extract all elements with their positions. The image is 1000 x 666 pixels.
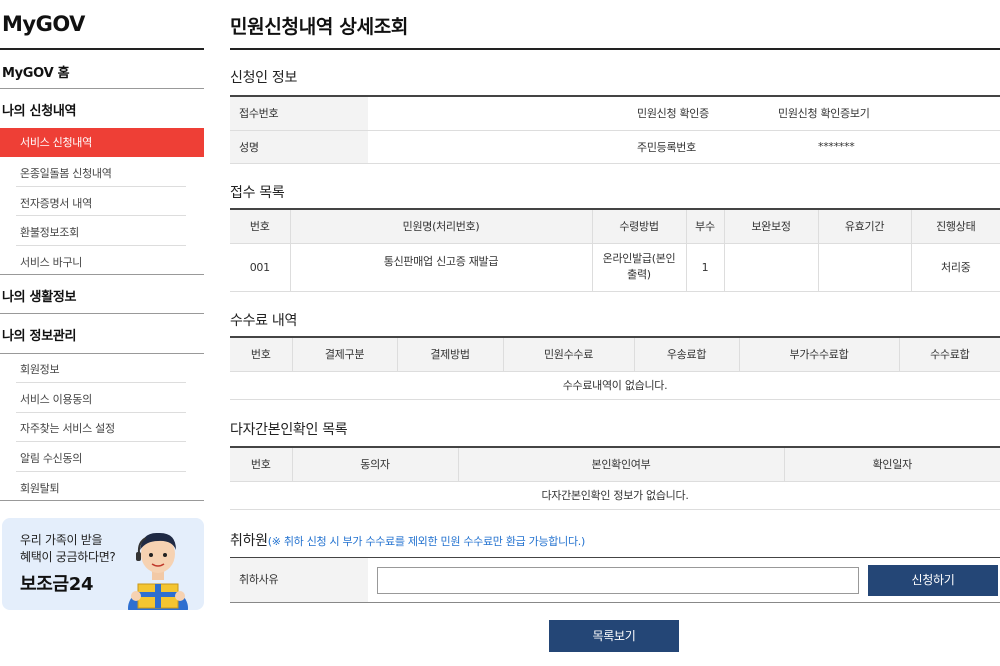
divider <box>0 274 204 275</box>
table-cell[interactable]: 통신판매업 신고증 재발급 <box>289 243 592 292</box>
fees-table: 번호 결제구분 결제방법 민원수수료 우송료합 부가수수료합 수수료합 수수료내… <box>230 336 1000 400</box>
divider <box>16 215 186 216</box>
main-content: 민원신청내역 상세조회 신청인 정보 접수번호 민원신청 확인증 민원신청 확인… <box>230 0 1000 666</box>
section-title-applicant: 신청인 정보 <box>230 70 298 86</box>
col-header: 확인일자 <box>783 447 1000 482</box>
table-cell: 001 <box>230 243 290 292</box>
sidebar: MyGOV MyGOV 홈 나의 신청내역 서비스 신청내역 온종일돌봄 신청내… <box>0 0 204 666</box>
divider <box>0 313 204 314</box>
sidebar-item-member-info[interactable]: 회원정보 <box>20 361 60 377</box>
col-header: 민원명(처리번호) <box>289 209 592 244</box>
section-title-cancel: 취하원(※ 취하 신청 시 부가 수수료를 제외한 민원 수수료만 환급 가능합… <box>230 530 585 550</box>
applicant-info-table: 접수번호 민원신청 확인증 민원신청 확인증보기 성명 주민등록번호 *****… <box>230 95 1000 164</box>
col-header: 수수료합 <box>898 337 1000 372</box>
receipt-no-label: 접수번호 <box>230 96 368 131</box>
col-header: 민원수수료 <box>502 337 634 372</box>
certificate-label: 민원신청 확인증 <box>628 96 768 131</box>
col-header: 수령방법 <box>591 209 686 244</box>
table-row: 001 통신판매업 신고증 재발급 온라인발급(본인출력) 1 처리중 <box>230 243 1000 292</box>
rrn-label: 주민등록번호 <box>628 130 768 164</box>
sidebar-item-service-consent[interactable]: 서비스 이용동의 <box>20 391 92 407</box>
multi-verify-table: 번호 동의자 본인확인여부 확인일자 다자간본인확인 정보가 없습니다. <box>230 446 1000 510</box>
sidebar-section-applications[interactable]: 나의 신청내역 <box>2 100 76 119</box>
receipts-table: 번호 민원명(처리번호) 수령방법 부수 보완보정 유효기간 진행상태 001 … <box>230 208 1000 292</box>
section-title-multi-verify: 다자간본인확인 목록 <box>230 422 348 438</box>
banner-text: 우리 가족이 받을 혜택이 궁금하다면? <box>20 532 116 566</box>
cancel-reason-label: 취하사유 <box>230 558 368 602</box>
apply-cancel-button[interactable]: 신청하기 <box>868 565 998 596</box>
sidebar-item-withdraw[interactable]: 회원탈퇴 <box>20 480 60 496</box>
sidebar-home[interactable]: MyGOV 홈 <box>2 62 70 81</box>
col-header: 보완보정 <box>723 209 818 244</box>
sidebar-item-service-basket[interactable]: 서비스 바구니 <box>20 254 82 270</box>
banner-brand: 보조금24 <box>20 574 94 595</box>
empty-message: 수수료내역이 없습니다. <box>230 371 1000 400</box>
col-header: 번호 <box>230 447 292 482</box>
col-header: 본인확인여부 <box>457 447 784 482</box>
sidebar-item-e-certificate[interactable]: 전자증명서 내역 <box>20 195 92 211</box>
table-cell: 온라인발급(본인출력) <box>591 243 686 292</box>
logo[interactable]: MyGOV <box>2 12 85 36</box>
col-header: 부가수수료합 <box>738 337 899 372</box>
table-cell <box>817 243 911 292</box>
divider <box>16 245 186 246</box>
col-header: 동의자 <box>291 447 458 482</box>
col-header: 결제구분 <box>291 337 397 372</box>
divider <box>16 441 186 442</box>
table-cell: 1 <box>685 243 724 292</box>
banner-line2: 혜택이 궁금하다면? <box>20 550 116 564</box>
sidebar-item-favorite-services[interactable]: 자주찾는 서비스 설정 <box>20 420 115 436</box>
sidebar-item-notification-consent[interactable]: 알림 수신동의 <box>20 450 82 466</box>
cancel-note: (※ 취하 신청 시 부가 수수료를 제외한 민원 수수료만 환급 가능합니다.… <box>267 535 586 548</box>
table-cell: 처리중 <box>910 243 1000 292</box>
receipt-no-value <box>368 96 628 131</box>
section-title-fees: 수수료 내역 <box>230 313 298 329</box>
list-button[interactable]: 목록보기 <box>549 620 679 652</box>
divider <box>0 353 204 354</box>
col-header: 유효기간 <box>817 209 911 244</box>
name-label: 성명 <box>230 130 368 164</box>
col-header: 번호 <box>230 209 290 244</box>
divider <box>16 471 186 472</box>
cancel-form: 취하사유 신청하기 <box>230 557 1000 603</box>
sidebar-item-allday-care[interactable]: 온종일돌봄 신청내역 <box>20 165 112 181</box>
cancel-reason-input[interactable] <box>377 567 859 594</box>
cancel-title-text: 취하원 <box>230 533 268 549</box>
person-with-gift-icon <box>128 532 188 610</box>
subsidy24-banner[interactable]: 우리 가족이 받을 혜택이 궁금하다면? 보조금24 <box>2 518 204 610</box>
divider <box>16 412 186 413</box>
table-cell <box>723 243 818 292</box>
col-header: 부수 <box>685 209 724 244</box>
sidebar-section-info-management[interactable]: 나의 정보관리 <box>2 325 76 344</box>
divider <box>0 500 204 501</box>
section-title-receipts: 접수 목록 <box>230 185 285 201</box>
empty-message: 다자간본인확인 정보가 없습니다. <box>230 481 1000 510</box>
rrn-value: ******* <box>768 130 1000 164</box>
certificate-link[interactable]: 민원신청 확인증보기 <box>768 96 1000 131</box>
name-value <box>368 130 628 164</box>
banner-line1: 우리 가족이 받을 <box>20 533 103 547</box>
title-divider <box>230 48 1000 50</box>
col-header: 우송료합 <box>633 337 739 372</box>
logo-divider <box>0 48 204 50</box>
divider <box>0 88 204 89</box>
divider <box>16 382 186 383</box>
col-header: 결제방법 <box>396 337 503 372</box>
sidebar-item-refund[interactable]: 환불정보조회 <box>20 224 79 240</box>
col-header: 번호 <box>230 337 292 372</box>
sidebar-section-life-info[interactable]: 나의 생활정보 <box>2 286 76 305</box>
page-title: 민원신청내역 상세조회 <box>230 16 409 38</box>
sidebar-item-service-applications[interactable]: 서비스 신청내역 <box>0 128 204 157</box>
divider <box>16 186 186 187</box>
col-header: 진행상태 <box>910 209 1000 244</box>
